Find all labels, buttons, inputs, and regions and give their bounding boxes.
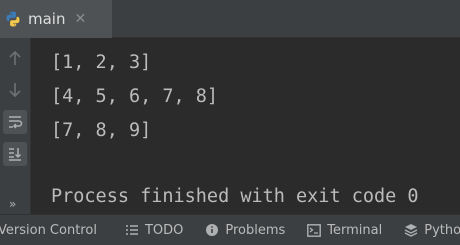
info-icon (205, 223, 225, 237)
version-control-label: Version Control (0, 222, 97, 238)
python-icon (4, 10, 28, 28)
problems-tab[interactable]: Problems (205, 223, 285, 238)
run-tab-label: main (28, 10, 66, 28)
arrow-down-icon[interactable] (3, 78, 27, 102)
console-line: [4, 5, 6, 7, 8] (51, 86, 219, 107)
python-console-label: Python (424, 222, 460, 238)
console-output[interactable]: [1, 2, 3] [4, 5, 6, 7, 8] [7, 8, 9] Proc… (31, 38, 460, 214)
terminal-tab[interactable]: Terminal (307, 223, 382, 238)
close-icon[interactable]: ✕ (74, 11, 86, 27)
version-control-tab[interactable]: Version Control (0, 223, 97, 238)
list-icon (125, 224, 145, 236)
run-toolbar: » (0, 38, 31, 214)
arrow-up-icon[interactable] (3, 46, 27, 70)
more-actions-button[interactable]: » (9, 197, 16, 211)
soft-wrap-icon[interactable] (3, 110, 27, 134)
run-tab-main[interactable]: main ✕ (0, 0, 112, 38)
console-exit-line: Process finished with exit code 0 (51, 186, 419, 207)
console-line: [7, 8, 9] (51, 120, 152, 141)
problems-label: Problems (225, 222, 286, 238)
layers-icon (404, 223, 424, 237)
scroll-to-end-icon[interactable] (3, 142, 27, 166)
run-tab-strip: main ✕ (0, 0, 460, 38)
tool-window-bar: Version Control TODO Problems Terminal P… (0, 214, 460, 245)
python-console-tab[interactable]: Python (404, 223, 460, 238)
todo-label: TODO (144, 222, 184, 238)
clipped-previous-line (31, 38, 460, 42)
todo-tab[interactable]: TODO (125, 223, 183, 238)
terminal-label: Terminal (327, 222, 383, 238)
terminal-icon (307, 223, 327, 237)
console-line: [1, 2, 3] (51, 52, 152, 73)
